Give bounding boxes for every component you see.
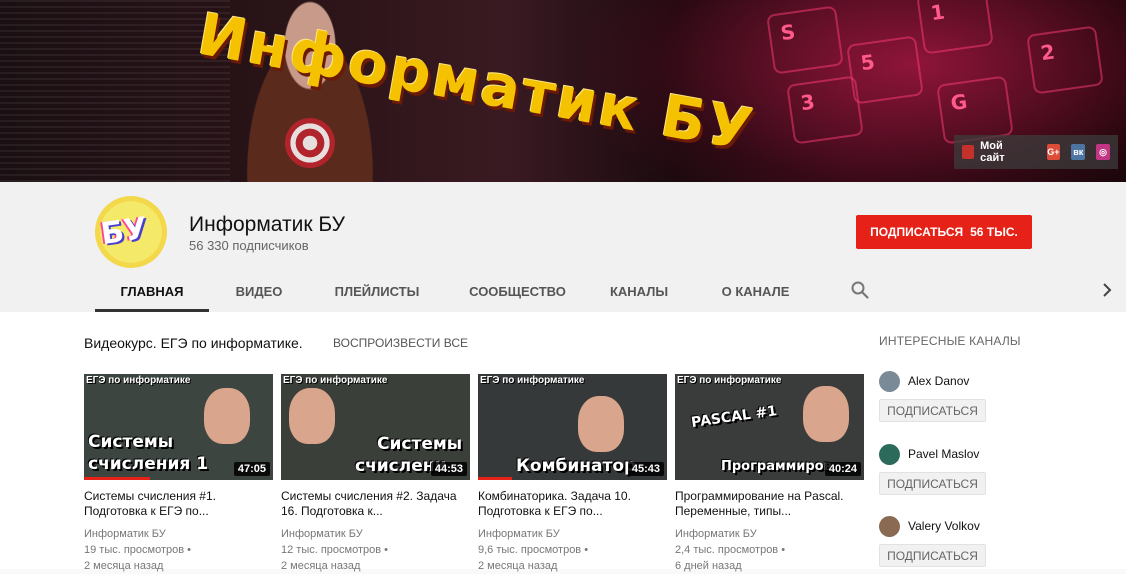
main-content: Видеокурс. ЕГЭ по информатике. Воспроизв… bbox=[0, 312, 1126, 572]
video-thumbnail[interactable]: ЕГЭ по информатике PASCAL #1 Программиро… bbox=[675, 374, 864, 480]
video-channel[interactable]: Информатик БУ bbox=[675, 526, 864, 542]
search-icon[interactable] bbox=[850, 280, 870, 300]
subscribe-button-small[interactable]: Подписаться bbox=[879, 544, 986, 567]
site-icon[interactable] bbox=[962, 145, 975, 159]
avatar[interactable] bbox=[879, 444, 900, 465]
my-site-link[interactable]: Мой сайт bbox=[980, 140, 1023, 164]
video-meta: Информатик БУ 12 тыс. просмотров • 2 мес… bbox=[281, 526, 470, 574]
video-views: 19 тыс. просмотров bbox=[84, 544, 185, 556]
video-title[interactable]: Комбинаторика. Задача 10. Подготовка к Е… bbox=[478, 489, 667, 519]
thumbnail-face bbox=[578, 396, 624, 452]
subscribe-button[interactable]: Подписаться 56 тыс. bbox=[856, 215, 1032, 249]
tab-playlists[interactable]: Плейлисты bbox=[309, 270, 445, 312]
avatar-logo-text: БУ bbox=[98, 210, 150, 253]
video-meta: Информатик БУ 19 тыс. просмотров • 2 мес… bbox=[84, 526, 273, 574]
video-meta: Информатик БУ 9,6 тыс. просмотров • 2 ме… bbox=[478, 526, 667, 574]
thumbnail-text: Программиров bbox=[721, 459, 832, 474]
channel-avatar[interactable]: БУ bbox=[95, 196, 167, 268]
video-card[interactable]: ЕГЭ по информатике PASCAL #1 Программиро… bbox=[675, 374, 864, 574]
subscribe-count: 56 тыс. bbox=[970, 225, 1018, 239]
video-title[interactable]: Системы счисления #1. Подготовка к ЕГЭ п… bbox=[84, 489, 273, 519]
video-meta: Информатик БУ 2,4 тыс. просмотров • 6 дн… bbox=[675, 526, 864, 574]
tab-videos[interactable]: Видео bbox=[209, 270, 309, 312]
video-views: 2,4 тыс. просмотров bbox=[675, 544, 779, 556]
related-channels-title: Интересные каналы bbox=[879, 334, 1021, 348]
related-channel-name[interactable]: Alex Danov bbox=[908, 374, 969, 388]
channel-title: Информатик БУ bbox=[189, 213, 345, 236]
thumbnail-tag: ЕГЭ по информатике bbox=[480, 375, 585, 386]
channel-header: БУ Информатик БУ 56 330 подписчиков Подп… bbox=[0, 182, 1126, 312]
channel-banner: Информатик БУ S 5 G 3 1 2 Мой сайт G+ вк… bbox=[0, 0, 1126, 182]
video-channel[interactable]: Информатик БУ bbox=[281, 526, 470, 542]
tab-channels[interactable]: Каналы bbox=[590, 270, 688, 312]
video-views: 12 тыс. просмотров bbox=[281, 544, 382, 556]
video-channel[interactable]: Информатик БУ bbox=[478, 526, 667, 542]
thumbnail-text: счисления 1 bbox=[88, 454, 209, 474]
tab-home[interactable]: Главная bbox=[95, 270, 209, 312]
video-duration: 45:43 bbox=[627, 462, 664, 476]
banner-key: S bbox=[766, 5, 844, 75]
thumbnail-text: Комбинатор bbox=[516, 456, 637, 476]
thumbnail-face bbox=[204, 388, 250, 444]
video-thumbnail[interactable]: ЕГЭ по информатике Системы счисления 1 4… bbox=[84, 374, 273, 480]
avatar[interactable] bbox=[879, 371, 900, 392]
banner-links: Мой сайт G+ вк ◎ bbox=[954, 135, 1118, 169]
related-channel-name[interactable]: Pavel Maslov bbox=[908, 447, 979, 461]
video-duration: 40:24 bbox=[824, 462, 861, 476]
video-age: 2 месяца назад bbox=[478, 560, 558, 572]
thumbnail-tag: ЕГЭ по информатике bbox=[283, 375, 388, 386]
related-channels: Интересные каналы Alex Danov Подписаться… bbox=[879, 334, 1099, 567]
shelf-title[interactable]: Видеокурс. ЕГЭ по информатике. bbox=[84, 335, 303, 351]
related-channel-name[interactable]: Valery Volkov bbox=[908, 519, 980, 533]
subscribe-button-small[interactable]: Подписаться bbox=[879, 472, 986, 495]
video-card[interactable]: ЕГЭ по информатике Системы счисления 1 4… bbox=[84, 374, 273, 574]
video-shelf: ЕГЭ по информатике Системы счисления 1 4… bbox=[84, 374, 864, 574]
video-title[interactable]: Программирование на Pascal. Переменные, … bbox=[675, 489, 864, 519]
tab-community[interactable]: Сообщество bbox=[445, 270, 590, 312]
banner-stripes bbox=[0, 0, 230, 182]
thumbnail-face bbox=[803, 386, 849, 442]
video-duration: 44:53 bbox=[430, 462, 467, 476]
watch-progress-bar bbox=[84, 477, 151, 480]
video-title[interactable]: Системы счисления #2. Задача 16. Подгото… bbox=[281, 489, 470, 519]
channel-tabs: Главная Видео Плейлисты Сообщество Канал… bbox=[95, 270, 823, 312]
tab-about[interactable]: О канале bbox=[688, 270, 823, 312]
video-age: 2 месяца назад bbox=[281, 560, 361, 572]
video-thumbnail[interactable]: ЕГЭ по информатике Системы счислени 44:5… bbox=[281, 374, 470, 480]
google-plus-icon[interactable]: G+ bbox=[1046, 144, 1061, 160]
video-age: 6 дней назад bbox=[675, 560, 742, 572]
video-thumbnail[interactable]: ЕГЭ по информатике Комбинатор 45:43 bbox=[478, 374, 667, 480]
banner-key: 2 bbox=[1026, 25, 1104, 95]
banner-key: 3 bbox=[786, 75, 864, 145]
thumbnail-tag: ЕГЭ по информатике bbox=[677, 375, 782, 386]
vk-icon[interactable]: вк bbox=[1071, 144, 1086, 160]
thumbnail-face bbox=[289, 388, 335, 444]
subscribe-button-small[interactable]: Подписаться bbox=[879, 399, 986, 422]
video-duration: 47:05 bbox=[233, 462, 270, 476]
avatar[interactable] bbox=[879, 516, 900, 537]
thumbnail-text: Системы bbox=[377, 434, 463, 454]
play-all-button[interactable]: Воспроизвести все bbox=[333, 336, 468, 350]
thumbnail-text: Системы bbox=[88, 432, 174, 452]
instagram-icon[interactable]: ◎ bbox=[1096, 144, 1110, 160]
thumbnail-text: PASCAL #1 bbox=[690, 403, 778, 431]
shield-logo bbox=[285, 118, 335, 168]
video-views: 9,6 тыс. просмотров bbox=[478, 544, 582, 556]
video-age: 2 месяца назад bbox=[84, 560, 164, 572]
video-card[interactable]: ЕГЭ по информатике Системы счислени 44:5… bbox=[281, 374, 470, 574]
banner-key: 1 bbox=[916, 0, 994, 55]
thumbnail-tag: ЕГЭ по информатике bbox=[86, 375, 191, 386]
video-channel[interactable]: Информатик БУ bbox=[84, 526, 273, 542]
subscriber-count: 56 330 подписчиков bbox=[189, 238, 309, 253]
chevron-right-icon[interactable] bbox=[1098, 281, 1116, 299]
subscribe-label: Подписаться bbox=[870, 225, 964, 239]
video-card[interactable]: ЕГЭ по информатике Комбинатор 45:43 Комб… bbox=[478, 374, 667, 574]
watch-progress-bar bbox=[478, 477, 513, 480]
